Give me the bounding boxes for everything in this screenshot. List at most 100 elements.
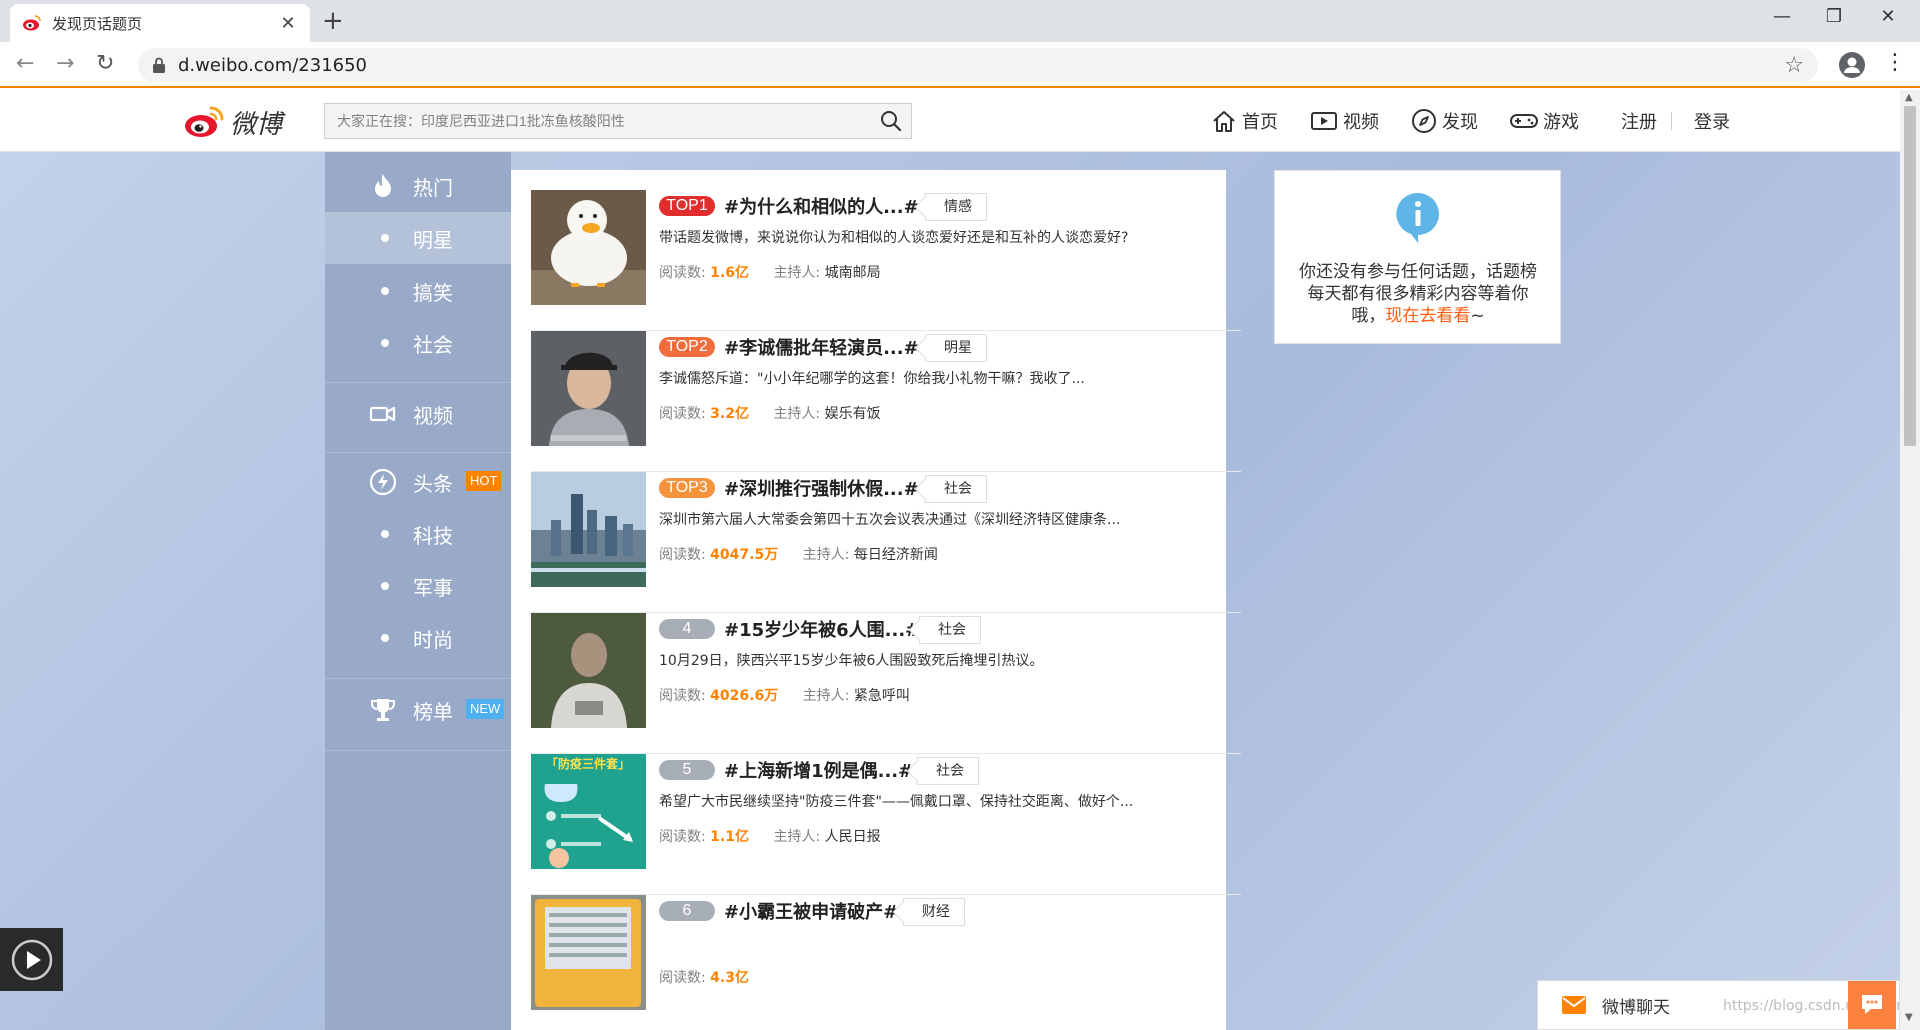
host-label: 主持人: xyxy=(802,547,850,563)
topic-tag[interactable]: 财经 xyxy=(903,898,965,926)
nav-video-label: 视频 xyxy=(1343,112,1379,133)
search-button[interactable] xyxy=(871,104,911,138)
bullet-dot xyxy=(381,234,389,242)
host-name[interactable]: 城南邮局 xyxy=(825,265,881,281)
sidebar-item-fashion[interactable]: 时尚 xyxy=(325,612,511,664)
topic-title[interactable]: #李诚儒批年轻演员...# xyxy=(724,334,919,360)
nav-video[interactable]: 视频 xyxy=(1310,108,1379,134)
play-icon xyxy=(11,939,52,980)
topic-thumbnail[interactable] xyxy=(531,472,646,587)
page-scrollbar[interactable]: ▲ ▼ xyxy=(1900,90,1920,1030)
info-icon xyxy=(1396,192,1439,243)
scroll-up-arrow-icon[interactable]: ▲ xyxy=(1905,92,1913,103)
topic-description: 李诚儒怒斥道："小小年纪哪学的这套！你给我小礼物干嘛？我收了... xyxy=(659,371,1085,387)
chat-open-button[interactable] xyxy=(1848,981,1896,1029)
nav-game[interactable]: 游戏 xyxy=(1510,108,1579,134)
host-name[interactable]: 每日经济新闻 xyxy=(854,547,938,563)
topic-thumbnail[interactable] xyxy=(531,331,646,446)
nav-discover[interactable]: 发现 xyxy=(1411,108,1478,134)
sidebar-label-hot: 热门 xyxy=(413,175,453,200)
topic-item[interactable]: 「防疫三件套」 5 #上海新增1例是偶...# 社会 希望广大市民继续坚持"防疫… xyxy=(531,754,1241,895)
topic-thumbnail[interactable] xyxy=(531,895,646,1010)
sidebar-item-star[interactable]: 明星 xyxy=(325,212,511,264)
sidebar-item-tech[interactable]: 科技 xyxy=(325,508,511,560)
host-name[interactable]: 紧急呼叫 xyxy=(854,688,910,704)
topic-thumbnail[interactable] xyxy=(531,613,646,728)
host-name[interactable]: 人民日报 xyxy=(825,829,881,845)
close-window-button[interactable]: ✕ xyxy=(1868,6,1908,27)
topic-meta: 阅读数: 1.6亿 主持人: 城南邮局 xyxy=(659,262,881,282)
topic-item[interactable]: TOP3 #深圳推行强制休假...# 社会 深圳市第六届人大常委会第四十五次会议… xyxy=(531,472,1241,613)
scroll-down-arrow-icon[interactable]: ▼ xyxy=(1905,1012,1913,1023)
new-badge: NEW xyxy=(466,699,505,719)
sidebar-label-ranking: 榜单 xyxy=(413,699,453,724)
rank-badge: 6 xyxy=(659,901,715,921)
mail-icon xyxy=(1562,996,1586,1014)
host-name[interactable]: 娱乐有饭 xyxy=(825,406,881,422)
topic-item[interactable]: TOP1 #为什么和相似的人...# 情感 带话题发微博，来说说你认为和相似的人… xyxy=(531,190,1241,331)
browser-tab[interactable]: 发现页话题页 ✕ xyxy=(10,4,310,42)
minimize-button[interactable]: — xyxy=(1762,6,1802,27)
topic-item[interactable]: 4 #15岁少年被6人围...# 社会 10月29日，陕西兴平15岁少年被6人围… xyxy=(531,613,1241,754)
weibo-logo[interactable]: 微博 xyxy=(184,100,294,144)
topic-item[interactable]: TOP2 #李诚儒批年轻演员...# 明星 李诚儒怒斥道："小小年纪哪学的这套！… xyxy=(531,331,1241,472)
login-link[interactable]: 登录 xyxy=(1694,108,1730,134)
floating-video-button[interactable] xyxy=(0,928,63,991)
topic-tag[interactable]: 情感 xyxy=(925,193,987,221)
rank-badge: 5 xyxy=(659,760,715,780)
topic-title[interactable]: #深圳推行强制休假...# xyxy=(724,475,919,501)
search-icon xyxy=(881,111,902,132)
bookmark-star-icon[interactable]: ☆ xyxy=(1784,53,1804,78)
address-bar[interactable]: d.weibo.com/231650 ☆ xyxy=(138,48,1818,82)
sidebar-item-video[interactable]: 视频 xyxy=(325,388,511,440)
reads-count: 4047.5万 xyxy=(710,547,779,563)
maximize-button[interactable]: ❐ xyxy=(1814,6,1854,27)
scrollbar-thumb[interactable] xyxy=(1904,106,1916,446)
browser-menu-icon[interactable]: ⋮ xyxy=(1884,50,1906,76)
sidebar-item-funny[interactable]: 搞笑 xyxy=(325,265,511,317)
reads-label: 阅读数: xyxy=(659,547,706,563)
sidebar-item-ranking[interactable]: 榜单 NEW xyxy=(325,684,511,736)
go-look-link[interactable]: 现在去看看 xyxy=(1385,306,1470,326)
topic-tag[interactable]: 社会 xyxy=(917,757,979,785)
profile-icon[interactable] xyxy=(1838,51,1866,79)
flame-icon xyxy=(369,172,397,200)
sidebar-item-society[interactable]: 社会 xyxy=(325,317,511,369)
nav-home[interactable]: 首页 xyxy=(1211,108,1278,134)
topic-thumbnail[interactable]: 「防疫三件套」 xyxy=(531,754,646,869)
topic-tag[interactable]: 明星 xyxy=(925,334,987,362)
register-link[interactable]: 注册 xyxy=(1621,108,1657,134)
topic-meta: 阅读数: 3.2亿 主持人: 娱乐有饭 xyxy=(659,403,881,423)
topic-item[interactable]: 6 #小霸王被申请破产# 财经 阅读数: 4.3亿 xyxy=(531,895,1241,1030)
search-input[interactable] xyxy=(337,113,871,129)
bullet-dot xyxy=(381,582,389,590)
topic-title[interactable]: #为什么和相似的人...# xyxy=(724,193,919,219)
sidebar-item-headline[interactable]: 头条 HOT xyxy=(325,456,511,508)
empty-topics-message: 你还没有参与任何话题，话题榜每天都有很多精彩内容等着你哦，现在去看看~ xyxy=(1293,261,1543,327)
new-tab-button[interactable]: + xyxy=(322,8,344,34)
topic-tag[interactable]: 社会 xyxy=(925,475,987,503)
topic-thumbnail[interactable] xyxy=(531,190,646,305)
empty-topics-tail: ~ xyxy=(1470,306,1485,326)
sidebar-item-military[interactable]: 军事 xyxy=(325,560,511,612)
topic-title[interactable]: #上海新增1例是偶...# xyxy=(724,757,913,783)
weibo-logo-icon xyxy=(185,106,224,137)
weibo-chat-bar[interactable]: 微博聊天 https://blog.csdn.net/Fesrp xyxy=(1537,980,1900,1030)
reads-label: 阅读数: xyxy=(659,688,706,704)
forward-arrow-icon[interactable]: → xyxy=(56,52,74,76)
chat-bubble-icon xyxy=(1862,995,1882,1014)
reads-count: 4026.6万 xyxy=(710,688,779,704)
topic-title[interactable]: #15岁少年被6人围...# xyxy=(724,616,920,642)
host-label: 主持人: xyxy=(773,406,821,422)
bullet-dot xyxy=(381,339,389,347)
reads-count: 1.1亿 xyxy=(710,829,749,845)
back-arrow-icon[interactable]: ← xyxy=(16,52,34,76)
topic-title[interactable]: #小霸王被申请破产# xyxy=(724,898,898,924)
rank-badge: 4 xyxy=(659,619,715,639)
sidebar-item-hot[interactable]: 热门 xyxy=(325,160,511,212)
reads-label: 阅读数: xyxy=(659,970,706,986)
trophy-icon xyxy=(369,696,397,724)
topic-tag[interactable]: 社会 xyxy=(919,616,981,644)
reload-icon[interactable]: ↻ xyxy=(96,52,114,76)
tab-close-icon[interactable]: ✕ xyxy=(278,13,298,34)
